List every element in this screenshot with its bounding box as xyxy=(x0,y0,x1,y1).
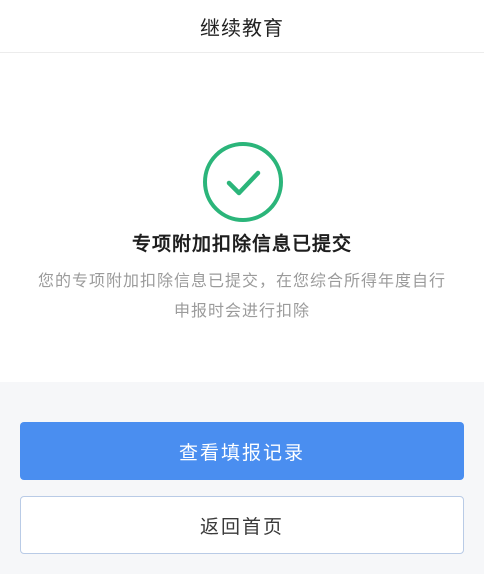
page-header: 继续教育 xyxy=(0,0,484,53)
result-title: 专项附加扣除信息已提交 xyxy=(131,233,352,255)
result-panel: 专项附加扣除信息已提交 您的专项附加扣除信息已提交，在您综合所得年度自行申报时会… xyxy=(0,53,484,382)
check-circle-icon xyxy=(203,142,283,222)
page-title: 继续教育 xyxy=(200,15,284,40)
back-home-button[interactable]: 返回首页 xyxy=(20,496,464,554)
view-records-button[interactable]: 查看填报记录 xyxy=(20,422,464,480)
result-description: 您的专项附加扣除信息已提交，在您综合所得年度自行申报时会进行扣除 xyxy=(37,271,446,320)
